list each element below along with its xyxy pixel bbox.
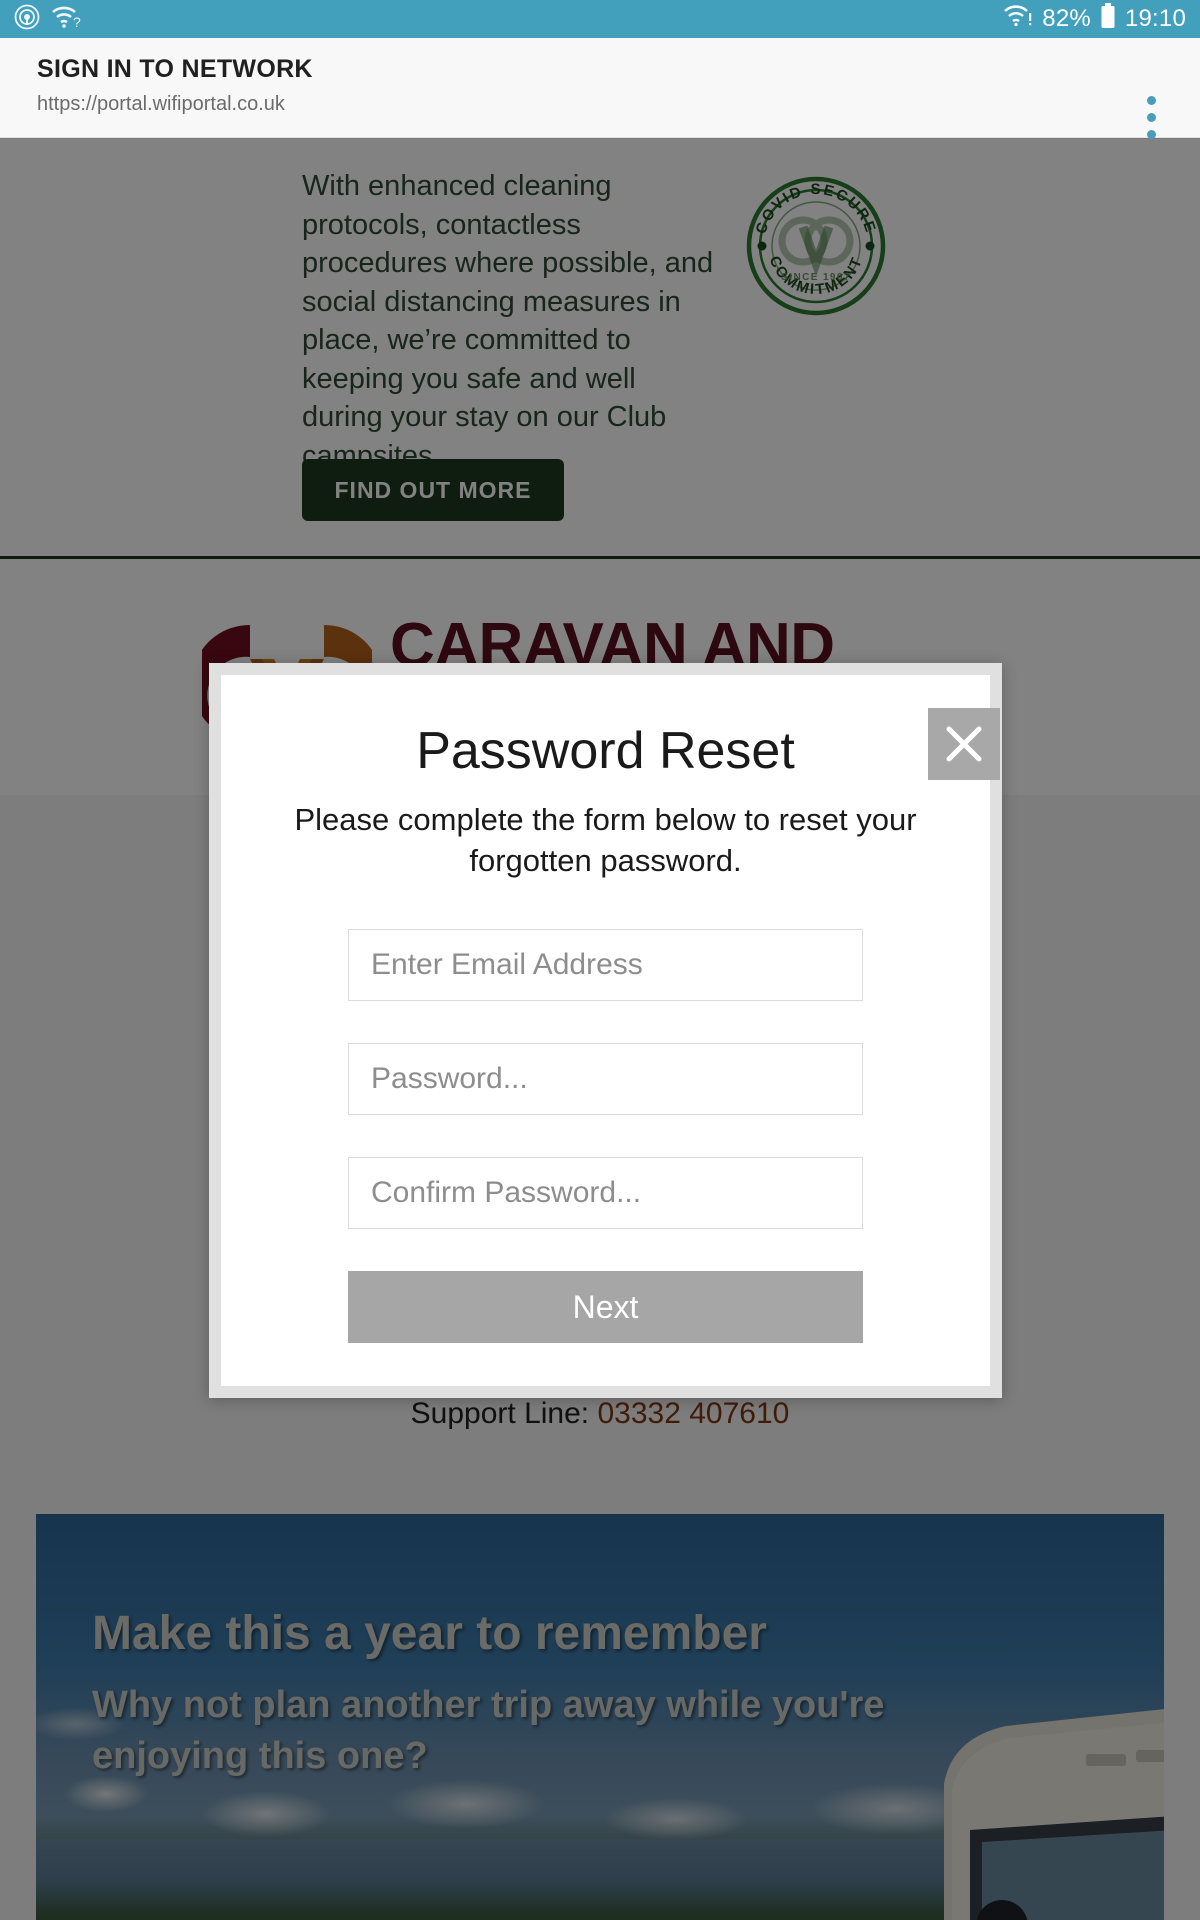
wifi-alert-icon: [1003, 4, 1033, 35]
page-url: https://portal.wifiportal.co.uk: [37, 93, 285, 115]
email-field[interactable]: [348, 929, 863, 1002]
menu-dot: [1147, 113, 1156, 122]
password-field[interactable]: [348, 1043, 863, 1116]
page-title: SIGN IN TO NETWORK: [37, 55, 313, 83]
menu-dot: [1147, 96, 1156, 105]
cast-circle-icon: [14, 4, 40, 35]
modal-subtitle: Please complete the form below to reset …: [294, 802, 917, 879]
close-x-icon[interactable]: [928, 708, 1000, 780]
battery-percent-label: 82%: [1042, 5, 1091, 32]
wifi-question-icon: ?: [50, 4, 82, 35]
menu-dot: [1147, 130, 1156, 139]
status-bar-left-icons: ?: [14, 4, 82, 35]
screen-root: ? 82% 19:10 SIGN IN TO NETWORK https://p…: [0, 0, 1200, 1920]
close-x-glyph: [946, 726, 982, 762]
android-status-bar: ? 82% 19:10: [0, 0, 1200, 38]
password-reset-modal: Password Reset Please complete the form …: [209, 663, 1002, 1398]
password-reset-form: Next: [348, 929, 863, 1344]
next-button[interactable]: Next: [348, 1271, 863, 1344]
overflow-menu-icon[interactable]: [1147, 96, 1156, 139]
status-bar-clock: 19:10: [1124, 5, 1186, 32]
status-bar-right-icons: 82% 19:10: [1003, 2, 1186, 36]
captive-portal-browser-bar: SIGN IN TO NETWORK https://portal.wifipo…: [0, 38, 1200, 139]
battery-icon: [1100, 2, 1116, 36]
modal-title: Password Reset: [416, 722, 795, 780]
confirm-password-field[interactable]: [348, 1157, 863, 1230]
modal-inner: Password Reset Please complete the form …: [221, 708, 1000, 1432]
svg-text:?: ?: [73, 14, 81, 30]
